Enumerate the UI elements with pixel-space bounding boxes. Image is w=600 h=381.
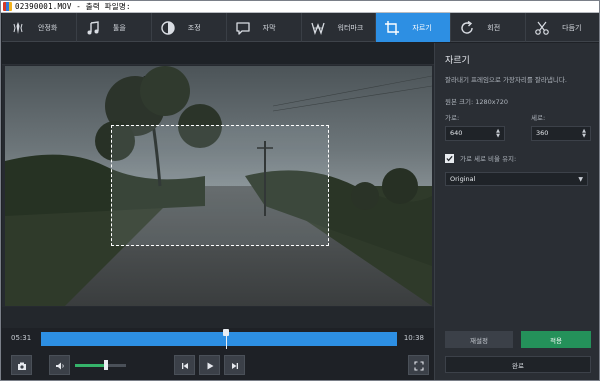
fullscreen-button[interactable] <box>408 355 429 375</box>
keep-ratio-label: 가로 세로 비율 유지: <box>460 155 517 163</box>
tool-crop[interactable]: 자르기 <box>376 13 452 42</box>
fullscreen-icon <box>413 356 424 375</box>
crop-settings-panel: 자르기 잘라내기 프레임으로 가장자리를 잘라냅니다. 원본 크기: 1280x… <box>434 43 599 380</box>
playback-controls <box>2 350 434 380</box>
play-button[interactable] <box>199 355 220 375</box>
height-field[interactable]: 360 ▲ ▼ <box>531 126 591 141</box>
tool-label: 다듬기 <box>562 23 582 32</box>
tool-label: 툴을 <box>112 23 126 32</box>
tool-watermark[interactable]: 워터마크 <box>302 13 377 42</box>
tool-label: 조정 <box>187 23 201 32</box>
tool-caption[interactable]: 자막 <box>227 13 302 42</box>
tool-label: 안정화 <box>38 23 58 32</box>
tool-label: 회전 <box>487 23 501 32</box>
panel-description: 잘라내기 프레임으로 가장자리를 잘라냅니다. <box>445 76 567 84</box>
video-player <box>2 43 434 328</box>
volume-button[interactable] <box>49 355 70 375</box>
width-value: 640 <box>450 129 463 137</box>
height-spinner[interactable]: ▲ ▼ <box>581 129 587 139</box>
spin-down-icon[interactable]: ▼ <box>496 134 500 139</box>
aspect-ratio-select[interactable]: Original ▼ <box>445 172 588 186</box>
spin-down-icon[interactable]: ▼ <box>582 134 586 139</box>
previous-button[interactable] <box>174 355 195 375</box>
keep-ratio-option[interactable]: 가로 세로 비율 유지: <box>445 153 516 163</box>
video-preview <box>5 66 432 306</box>
watermark-icon <box>310 20 326 36</box>
camera-icon <box>17 356 27 375</box>
play-icon <box>205 356 215 375</box>
reset-button[interactable]: 재설정 <box>445 331 513 348</box>
volume-slider[interactable] <box>75 360 126 370</box>
rotate-icon <box>459 20 475 36</box>
done-button[interactable]: 완료 <box>445 356 591 373</box>
tool-rotate[interactable]: 회전 <box>451 13 527 42</box>
adjust-icon <box>160 20 176 36</box>
tool-label: 자르기 <box>412 23 432 32</box>
scissors-icon <box>534 20 550 36</box>
panel-title: 자르기 <box>445 56 470 66</box>
player-letterbox-bottom <box>2 307 434 328</box>
width-field[interactable]: 640 ▲ ▼ <box>445 126 505 141</box>
tool-label: 워터마크 <box>337 23 364 32</box>
tool-label: 자막 <box>262 23 276 32</box>
height-value: 360 <box>536 129 549 137</box>
player-letterbox-top <box>2 43 434 65</box>
skip-forward-icon <box>230 356 240 375</box>
width-spinner[interactable]: ▲ ▼ <box>495 129 501 139</box>
stabilize-icon <box>10 20 26 36</box>
tool-adjust[interactable]: 조정 <box>152 13 227 42</box>
speaker-icon <box>55 356 65 375</box>
original-size-text: 원본 크기: 1280x720 <box>445 98 509 106</box>
tool-music[interactable]: 툴을 <box>77 13 152 42</box>
crop-selection-frame[interactable] <box>111 125 329 246</box>
keep-ratio-checkbox[interactable] <box>445 153 454 163</box>
caret-down-icon: ▼ <box>578 176 583 183</box>
caption-icon <box>235 20 251 36</box>
skip-back-icon <box>180 356 190 375</box>
playhead-line <box>225 335 227 349</box>
playhead-handle[interactable] <box>223 329 230 349</box>
volume-level <box>75 364 106 367</box>
apply-button[interactable]: 적용 <box>521 331 591 348</box>
crop-icon <box>384 20 400 36</box>
video-editor-window: 02390001.MOV - 출력 파일명: 안정화 툴을 조정 자막 워터마크… <box>0 0 600 381</box>
snapshot-button[interactable] <box>11 355 32 375</box>
timeline-track[interactable] <box>41 329 397 349</box>
music-icon <box>85 20 101 36</box>
checkmark-icon <box>446 155 453 161</box>
window-title: 02390001.MOV - 출력 파일명: <box>15 1 131 11</box>
tool-stabilize[interactable]: 안정화 <box>2 13 77 42</box>
aspect-ratio-value: Original <box>450 175 476 183</box>
timeline-bar: 05:31 10:38 <box>2 328 434 350</box>
volume-knob[interactable] <box>103 360 108 370</box>
start-time: 05:31 <box>11 334 32 342</box>
edit-toolbar: 안정화 툴을 조정 자막 워터마크 자르기 회전 다듬기 <box>2 13 599 42</box>
tool-trim[interactable]: 다듬기 <box>526 13 599 42</box>
end-time: 10:38 <box>403 334 424 342</box>
next-button[interactable] <box>224 355 245 375</box>
app-logo-icon <box>3 2 12 11</box>
width-label: 가로: <box>445 114 460 122</box>
title-bar: 02390001.MOV - 출력 파일명: <box>1 1 599 13</box>
height-label: 세로: <box>531 114 546 122</box>
